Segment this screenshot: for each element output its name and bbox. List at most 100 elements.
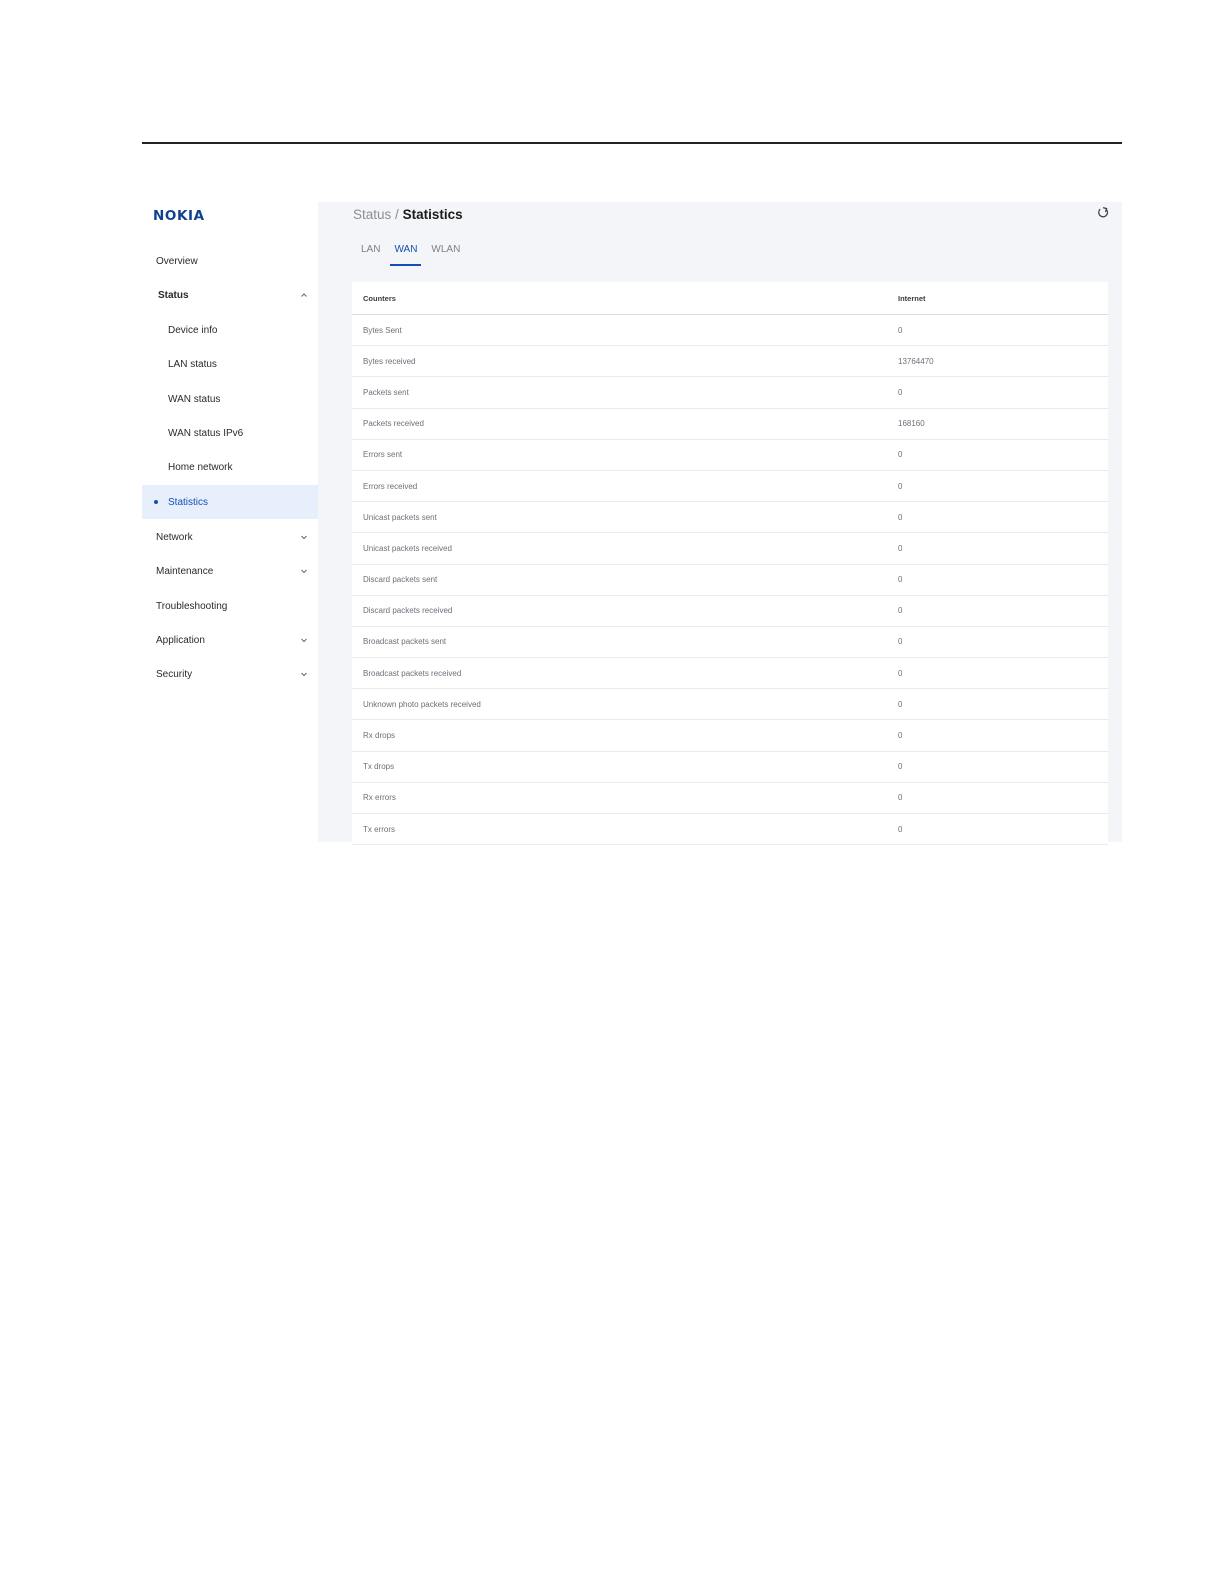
table-row: Broadcast packets received 0 — [352, 658, 1108, 690]
counter-value: 0 — [898, 481, 903, 491]
counter-value: 0 — [898, 668, 903, 678]
counter-name: Bytes Sent — [363, 325, 402, 335]
nokia-logo: NOKIA — [153, 208, 205, 224]
sidebar-item-lan-status[interactable]: LAN status — [142, 347, 318, 381]
counter-value: 0 — [898, 606, 903, 616]
table-row: Packets received 168160 — [352, 409, 1108, 440]
chevron-down-icon — [300, 670, 308, 678]
counter-name: Tx errors — [363, 824, 395, 834]
counter-name: Errors received — [363, 481, 418, 491]
sidebar-item-label: Overview — [156, 255, 198, 267]
sidebar-item-security[interactable]: Security — [142, 657, 318, 691]
refresh-icon[interactable] — [1096, 206, 1110, 220]
counter-name: Unicast packets sent — [363, 512, 437, 522]
sidebar-item-label: WAN status IPv6 — [168, 427, 244, 439]
sidebar-item-label: Status — [158, 289, 189, 301]
table-row: Bytes received 13764470 — [352, 346, 1108, 378]
sidebar-item-device-info[interactable]: Device info — [142, 313, 318, 347]
counter-value: 0 — [898, 731, 903, 741]
counter-value: 0 — [898, 699, 903, 709]
counter-name: Broadcast packets received — [363, 668, 462, 678]
counter-name: Rx drops — [363, 731, 396, 741]
table-row: Broadcast packets sent 0 — [352, 627, 1108, 659]
sidebar-item-label: WAN status — [168, 393, 221, 405]
table-row: Unicast packets received 0 — [352, 533, 1108, 565]
table-row: Rx errors 0 — [352, 783, 1108, 814]
table-row: Packets sent 0 — [352, 377, 1108, 409]
breadcrumb-parent[interactable]: Status — [353, 207, 391, 222]
page-divider — [142, 142, 1122, 144]
sidebar-item-label: Device info — [168, 324, 218, 336]
sidebar-item-label: Home network — [168, 461, 233, 473]
sidebar-item-label: Maintenance — [156, 565, 214, 577]
column-header-internet: Internet — [898, 293, 926, 303]
counter-name: Tx drops — [363, 762, 395, 772]
counter-name: Errors sent — [363, 450, 403, 460]
counter-value: 0 — [898, 637, 903, 647]
chevron-down-icon — [300, 533, 308, 541]
counter-value: 0 — [898, 575, 903, 585]
sidebar-item-network[interactable]: Network — [142, 520, 318, 554]
chevron-up-icon — [300, 291, 308, 299]
table-row: Tx errors 0 — [352, 814, 1108, 846]
sidebar-item-maintenance[interactable]: Maintenance — [142, 554, 318, 588]
sidebar-item-wan-status-ipv6[interactable]: WAN status IPv6 — [142, 416, 318, 450]
counter-value: 0 — [898, 387, 903, 397]
sidebar-item-troubleshooting[interactable]: Troubleshooting — [142, 589, 318, 623]
table-row: Rx drops 0 — [352, 720, 1108, 752]
tab-wlan[interactable]: WLAN — [424, 242, 467, 266]
table-row: Errors received 0 — [352, 471, 1108, 503]
breadcrumb-separator: / — [395, 207, 399, 222]
counter-name: Rx errors — [363, 793, 396, 803]
counter-name: Discard packets received — [363, 606, 453, 616]
counter-value: 0 — [898, 793, 903, 803]
sidebar-item-label: Security — [156, 668, 193, 680]
table-row: Errors sent 0 — [352, 440, 1108, 471]
counter-name: Packets received — [363, 419, 424, 429]
active-indicator-dot — [154, 500, 158, 504]
counter-value: 13764470 — [898, 356, 934, 366]
sidebar: NOKIA Overview Status Device info LAN st… — [142, 202, 318, 842]
counter-name: Broadcast packets sent — [363, 637, 447, 647]
counter-name: Bytes received — [363, 356, 416, 366]
sidebar-item-home-network[interactable]: Home network — [142, 450, 318, 484]
chevron-down-icon — [300, 636, 308, 644]
counter-value: 0 — [898, 762, 903, 772]
counter-name: Unknown photo packets received — [363, 699, 481, 709]
tab-lan[interactable]: LAN — [354, 242, 387, 266]
counter-value: 0 — [898, 512, 903, 522]
page-title: Statistics — [402, 207, 463, 222]
statistics-table: Counters Internet Bytes Sent 0 Bytes recei… — [352, 282, 1108, 846]
tab-bar: LAN WAN WLAN — [354, 242, 467, 266]
table-row: Tx drops 0 — [352, 752, 1108, 783]
counter-name: Unicast packets received — [363, 543, 452, 553]
column-header-counters: Counters — [363, 293, 396, 303]
chevron-down-icon — [300, 567, 308, 575]
sidebar-item-wan-status[interactable]: WAN status — [142, 382, 318, 416]
breadcrumb: Status / Statistics — [353, 207, 463, 222]
counter-value: 0 — [898, 824, 903, 834]
counter-value: 0 — [898, 325, 903, 335]
sidebar-item-label: Statistics — [168, 496, 209, 508]
sidebar-item-statistics[interactable]: Statistics — [142, 485, 318, 519]
table-header: Counters Internet — [352, 282, 1108, 315]
router-web-ui: NOKIA Overview Status Device info LAN st… — [142, 202, 1122, 846]
sidebar-item-overview[interactable]: Overview — [142, 244, 318, 278]
table-row: Unicast packets sent 0 — [352, 502, 1108, 534]
sidebar-item-status[interactable]: Status — [142, 278, 318, 312]
sidebar-item-label: Application — [156, 634, 205, 646]
counter-value: 168160 — [898, 419, 925, 429]
main-content: Status / Statistics LAN WAN WLAN Counter… — [318, 202, 1122, 846]
table-row: Discard packets sent 0 — [352, 565, 1108, 596]
counter-value: 0 — [898, 450, 903, 460]
sidebar-item-label: Troubleshooting — [156, 600, 228, 612]
table-row: Bytes Sent 0 — [352, 315, 1108, 347]
counter-name: Packets sent — [363, 387, 409, 397]
counter-name: Discard packets sent — [363, 575, 438, 585]
sidebar-item-label: LAN status — [168, 358, 217, 370]
sidebar-item-label: Network — [156, 531, 193, 543]
counter-value: 0 — [898, 543, 903, 553]
sidebar-item-application[interactable]: Application — [142, 623, 318, 657]
tab-wan[interactable]: WAN — [387, 242, 424, 266]
table-row: Discard packets received 0 — [352, 596, 1108, 627]
